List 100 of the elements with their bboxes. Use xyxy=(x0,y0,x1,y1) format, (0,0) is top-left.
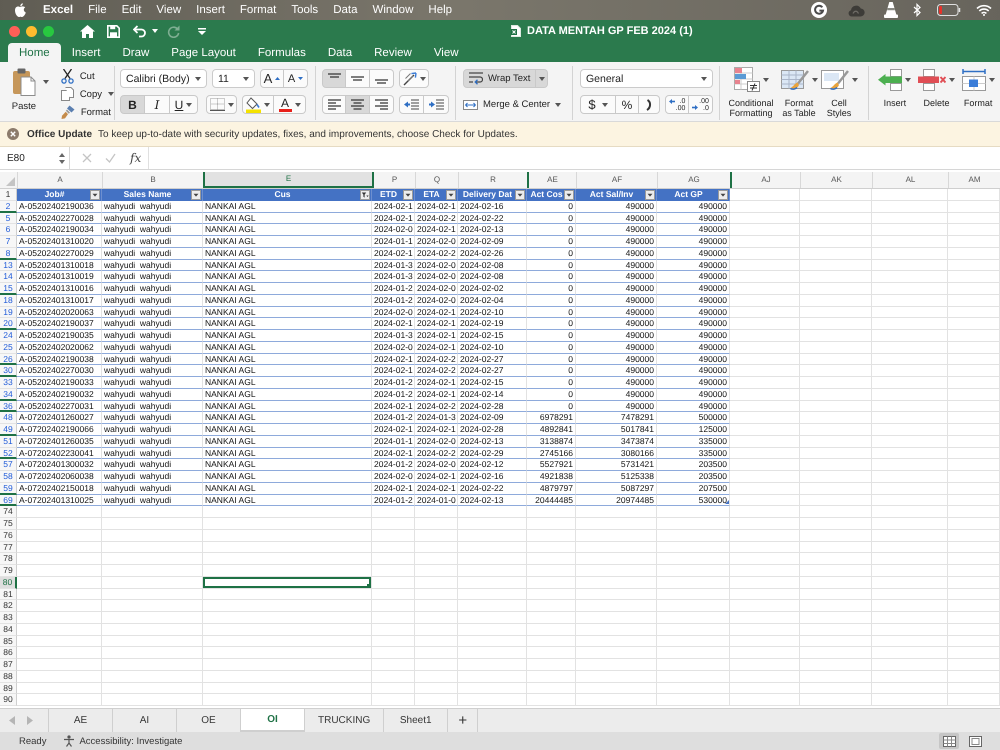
ribbon-tab[interactable]: Home xyxy=(8,43,61,62)
font-color-button[interactable]: A xyxy=(274,95,306,114)
close-window-icon[interactable] xyxy=(9,26,20,36)
empty-cell[interactable] xyxy=(657,670,730,682)
empty-cell[interactable] xyxy=(203,670,372,682)
empty-cell[interactable] xyxy=(730,318,800,330)
empty-cell[interactable] xyxy=(800,448,872,460)
row-number[interactable]: 36 xyxy=(0,400,17,412)
empty-cell[interactable] xyxy=(203,624,372,636)
empty-cell[interactable] xyxy=(872,576,948,588)
caret-icon[interactable] xyxy=(42,80,49,84)
empty-cell[interactable] xyxy=(948,506,1000,518)
row-number[interactable]: 80 xyxy=(0,576,17,588)
empty-cell[interactable] xyxy=(576,600,657,612)
middle-align-button[interactable] xyxy=(346,69,370,88)
empty-cell[interactable] xyxy=(730,482,800,494)
empty-cell[interactable] xyxy=(872,647,948,659)
empty-cell[interactable] xyxy=(800,271,872,283)
empty-cell[interactable] xyxy=(872,365,948,377)
empty-cell[interactable] xyxy=(657,612,730,624)
empty-cell[interactable] xyxy=(730,330,800,342)
empty-cell[interactable] xyxy=(800,412,872,424)
empty-cell[interactable] xyxy=(576,588,657,600)
empty-cell[interactable] xyxy=(576,565,657,577)
empty-cell[interactable] xyxy=(657,518,730,530)
empty-cell[interactable] xyxy=(527,576,576,588)
menu-item[interactable]: Data xyxy=(333,4,358,16)
empty-cell[interactable] xyxy=(527,506,576,518)
bottom-align-button[interactable] xyxy=(370,69,394,88)
empty-cell[interactable] xyxy=(872,377,948,389)
minimize-window-icon[interactable] xyxy=(26,26,37,36)
empty-cell[interactable] xyxy=(800,318,872,330)
empty-cell[interactable] xyxy=(576,694,657,706)
empty-cell[interactable] xyxy=(948,636,1000,648)
empty-cell[interactable] xyxy=(872,565,948,577)
empty-cell[interactable] xyxy=(730,576,800,588)
empty-cell[interactable] xyxy=(800,647,872,659)
empty-cell[interactable] xyxy=(527,659,576,671)
empty-cell[interactable] xyxy=(102,647,203,659)
empty-cell[interactable] xyxy=(372,636,415,648)
empty-cell[interactable] xyxy=(730,306,800,318)
empty-cell[interactable] xyxy=(576,659,657,671)
empty-cell[interactable] xyxy=(948,588,1000,600)
empty-cell[interactable] xyxy=(657,694,730,706)
save-icon[interactable] xyxy=(107,24,120,38)
empty-cell[interactable] xyxy=(458,600,527,612)
empty-cell[interactable] xyxy=(102,694,203,706)
empty-cell[interactable] xyxy=(872,388,948,400)
comma-style-button[interactable] xyxy=(639,95,660,114)
empty-cell[interactable] xyxy=(800,682,872,694)
toolbar-menu-icon[interactable] xyxy=(198,28,206,34)
column-header[interactable]: AK xyxy=(800,172,872,188)
grow-font-button[interactable]: A xyxy=(260,69,284,88)
empty-cell[interactable] xyxy=(872,260,948,272)
empty-cell[interactable] xyxy=(372,506,415,518)
empty-cell[interactable] xyxy=(872,694,948,706)
empty-cell[interactable] xyxy=(800,553,872,565)
row-number[interactable]: 8 xyxy=(0,248,17,260)
row-number[interactable]: 82 xyxy=(0,600,17,612)
empty-cell[interactable] xyxy=(948,518,1000,530)
filter-dropdown-icon[interactable] xyxy=(645,190,655,200)
row-number[interactable]: 7 xyxy=(0,236,17,248)
row-number[interactable]: 77 xyxy=(0,542,17,554)
empty-cell[interactable] xyxy=(948,694,1000,706)
row-number[interactable]: 57 xyxy=(0,459,17,471)
empty-cell[interactable] xyxy=(800,659,872,671)
empty-cell[interactable] xyxy=(372,694,415,706)
empty-cell[interactable] xyxy=(102,600,203,612)
menu-item[interactable]: File xyxy=(88,4,107,16)
empty-cell[interactable] xyxy=(576,530,657,542)
shrink-font-button[interactable]: A xyxy=(284,69,308,88)
empty-cell[interactable] xyxy=(730,236,800,248)
empty-cell[interactable] xyxy=(458,659,527,671)
select-all-icon[interactable] xyxy=(6,177,15,186)
orientation-button[interactable] xyxy=(399,69,429,88)
row-number[interactable]: 20 xyxy=(0,318,17,330)
empty-cell[interactable] xyxy=(948,400,1000,412)
empty-cell[interactable] xyxy=(948,565,1000,577)
accessibility-button[interactable]: Accessibility: Investigate xyxy=(63,735,182,747)
row-number[interactable]: 88 xyxy=(0,670,17,682)
empty-cell[interactable] xyxy=(415,670,458,682)
empty-cell[interactable] xyxy=(800,530,872,542)
bold-button[interactable]: B xyxy=(120,95,145,114)
column-header[interactable]: AL xyxy=(872,172,948,188)
empty-cell[interactable] xyxy=(372,588,415,600)
menu-item[interactable]: Tools xyxy=(291,4,318,16)
empty-cell[interactable] xyxy=(203,565,372,577)
empty-cell[interactable] xyxy=(948,318,1000,330)
empty-cell[interactable] xyxy=(948,224,1000,236)
bluetooth-icon[interactable] xyxy=(913,3,921,17)
empty-cell[interactable] xyxy=(576,647,657,659)
filter-dropdown-icon[interactable] xyxy=(718,190,728,200)
empty-cell[interactable] xyxy=(415,576,458,588)
empty-cell[interactable] xyxy=(415,565,458,577)
empty-cell[interactable] xyxy=(872,624,948,636)
empty-cell[interactable] xyxy=(203,506,372,518)
empty-cell[interactable] xyxy=(657,576,730,588)
empty-cell[interactable] xyxy=(872,318,948,330)
top-align-button[interactable] xyxy=(322,69,346,88)
empty-cell[interactable] xyxy=(657,624,730,636)
